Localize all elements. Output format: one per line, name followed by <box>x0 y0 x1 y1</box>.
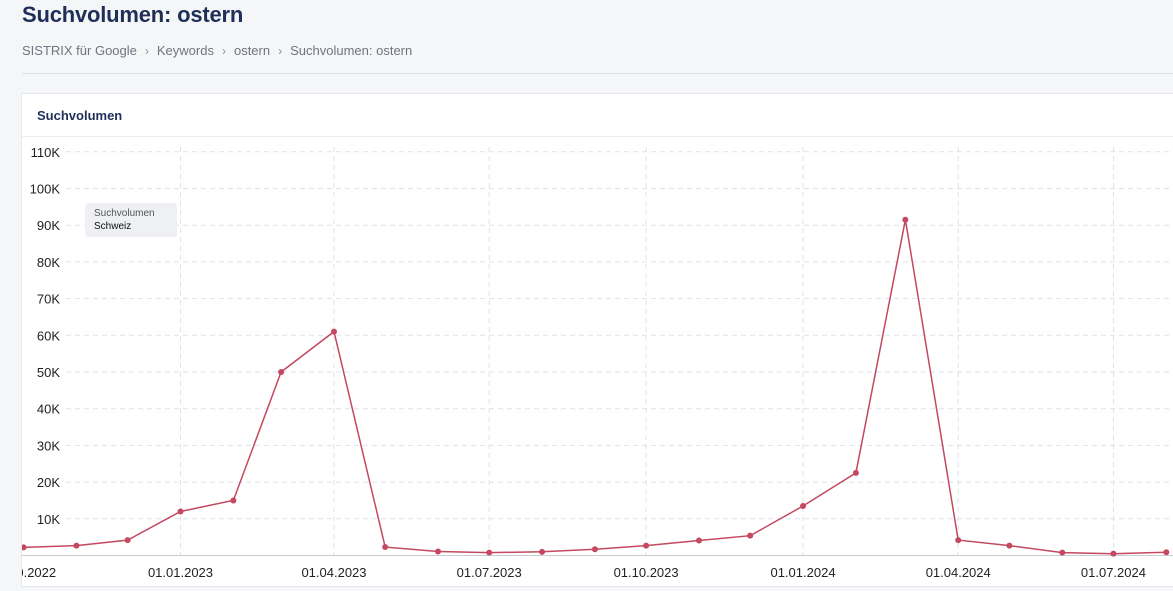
y-tick-label: 100K <box>30 182 61 197</box>
header-divider <box>22 73 1173 74</box>
data-point <box>800 502 807 509</box>
search-volume-card: Suchvolumen 10K 20K 30K 40K 50K 60K 70K 80K 90K 1… <box>0 93 1173 587</box>
breadcrumb: SISTRIX für Google › Keywords › ostern ›… <box>22 43 412 58</box>
data-point <box>747 532 754 539</box>
y-tick-label: 40K <box>37 402 60 417</box>
data-point <box>955 537 962 544</box>
page-title: Suchvolumen: ostern <box>22 2 244 27</box>
y-tick-label: 90K <box>37 218 60 233</box>
y-tick-label: 20K <box>37 475 60 490</box>
breadcrumb-chevron-icon: › <box>221 43 226 58</box>
breadcrumb-item-keyword[interactable]: ostern <box>234 43 270 58</box>
data-point <box>331 328 337 335</box>
tooltip-label: Suchvolumen <box>94 208 155 219</box>
data-point <box>695 537 702 544</box>
breadcrumb-chevron-icon: › <box>144 43 149 58</box>
y-tick-label: 60K <box>37 328 60 343</box>
tooltip-series: Schweiz <box>94 221 132 232</box>
data-point <box>230 497 237 504</box>
y-tick-label: 80K <box>37 255 60 270</box>
data-point <box>539 548 546 555</box>
chart-tooltip: Suchvolumen Schweiz <box>85 203 177 237</box>
data-point <box>382 544 389 551</box>
breadcrumb-item-sistrix[interactable]: SISTRIX für Google <box>22 43 137 58</box>
data-point <box>435 548 442 555</box>
data-point <box>902 216 909 223</box>
data-point <box>124 537 131 544</box>
breadcrumb-item-current: Suchvolumen: ostern <box>290 43 413 58</box>
x-tick-label: 01.04.2024 <box>926 565 991 580</box>
y-tick-label: 10K <box>37 512 60 527</box>
y-tick-label: 30K <box>37 438 60 453</box>
data-point <box>73 542 80 549</box>
y-tick-label: 50K <box>37 365 60 380</box>
data-point <box>1006 542 1013 549</box>
x-tick-label: 01.04.2023 <box>301 565 366 580</box>
card-header: Suchvolumen <box>22 94 1173 137</box>
data-point <box>20 544 27 551</box>
y-tick-label: 110K <box>31 145 61 160</box>
chart-area: 10K 20K 30K 40K 50K 60K 70K 80K 90K 100K 110K 01.10… <box>0 137 1173 586</box>
x-tick-label: 01.07.2024 <box>1081 565 1146 580</box>
x-tick-label: 01.01.2023 <box>148 565 213 580</box>
x-tick-label: 01.07.2023 <box>457 565 522 580</box>
data-point <box>1163 549 1170 556</box>
x-tick-label: 01.10.2022 <box>22 565 56 580</box>
data-point <box>591 546 598 553</box>
data-point <box>643 542 650 549</box>
x-tick-label: 01.01.2024 <box>770 565 835 580</box>
data-point <box>486 549 493 556</box>
data-point <box>1059 549 1066 556</box>
line-chart: 10K 20K 30K 40K 50K 60K 70K 80K 90K 100K 110K 01.10… <box>0 145 1173 580</box>
series-line <box>23 219 1167 555</box>
y-tick-label: 70K <box>37 292 60 307</box>
x-tick-label: 01.10.2023 <box>614 565 679 580</box>
data-point <box>177 508 184 515</box>
data-point <box>852 469 859 476</box>
card-title: Suchvolumen <box>37 108 123 123</box>
breadcrumb-chevron-icon: › <box>278 43 283 58</box>
data-point <box>278 369 285 375</box>
breadcrumb-item-keywords[interactable]: Keywords <box>157 43 214 58</box>
data-point <box>1110 550 1117 557</box>
